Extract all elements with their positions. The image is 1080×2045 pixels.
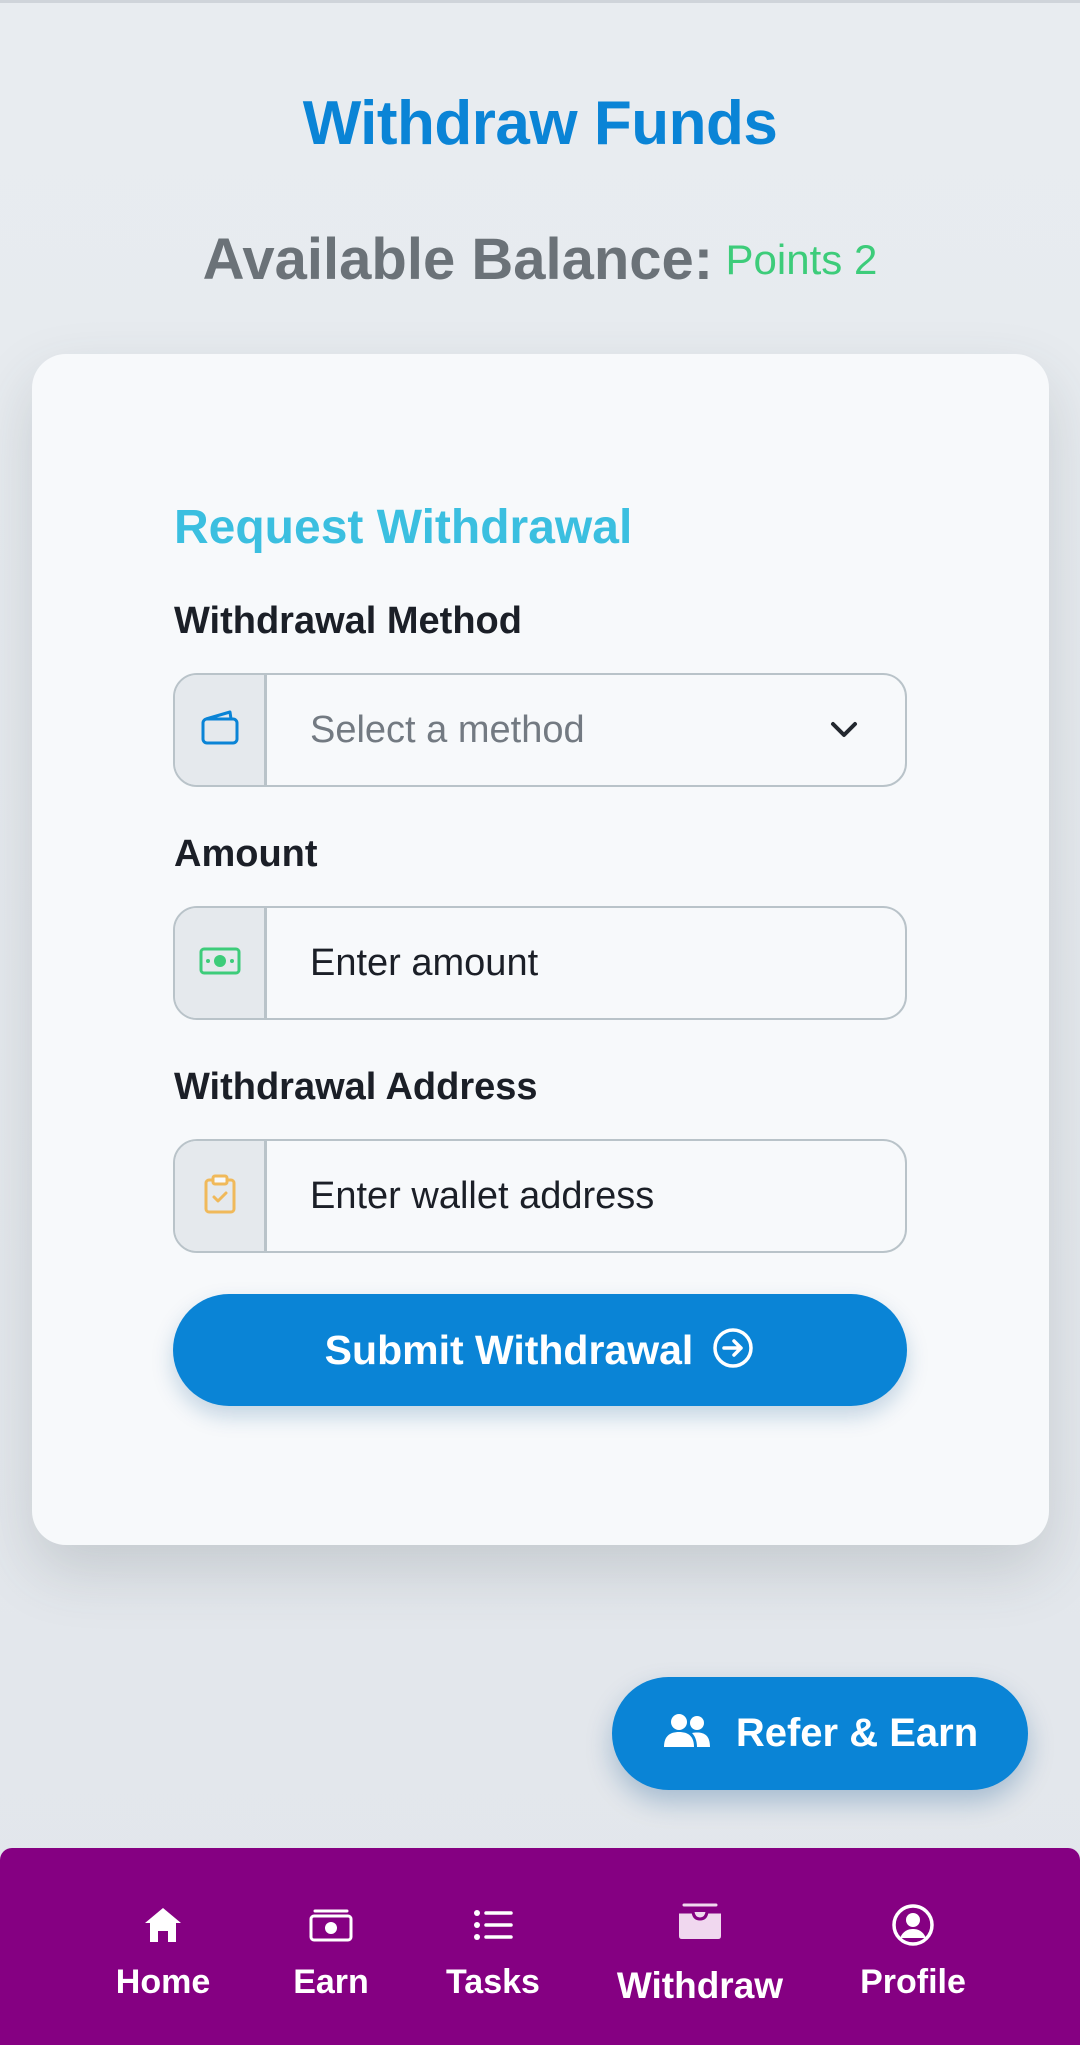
clipboard-check-icon <box>203 1174 237 1219</box>
method-label: Withdrawal Method <box>174 600 522 642</box>
address-input: Enter wallet address <box>310 1174 655 1217</box>
method-select-value: Select a method <box>310 708 585 751</box>
list-icon <box>473 1902 513 1948</box>
nav-label-home: Home <box>115 1963 211 2001</box>
amount-label: Amount <box>174 833 318 875</box>
submit-label: Submit Withdrawal <box>324 1326 694 1373</box>
refer-earn-label: Refer & Earn <box>735 1711 979 1755</box>
page-title: Withdraw Funds <box>302 89 778 158</box>
nav-item-withdraw[interactable]: Withdraw <box>605 1848 795 2045</box>
arrow-circle-right-icon <box>711 1326 755 1375</box>
cash-icon <box>308 1902 354 1948</box>
balance-label: Available Balance: <box>202 227 714 292</box>
method-select[interactable]: Select a method <box>173 673 907 787</box>
nav-item-profile[interactable]: Profile <box>818 1848 1008 2045</box>
method-addon <box>175 675 267 785</box>
address-field[interactable]: Enter wallet address <box>173 1139 907 1253</box>
home-icon <box>143 1902 183 1948</box>
nav-label-profile: Profile <box>860 1963 966 2001</box>
balance-row: Available Balance: Points 2 <box>0 226 1080 293</box>
nav-label-withdraw: Withdraw <box>616 1965 784 2006</box>
chevron-down-icon <box>829 715 859 750</box>
user-circle-icon <box>891 1902 935 1948</box>
cash-icon <box>199 946 241 981</box>
wallet-icon <box>200 710 240 751</box>
refer-earn-button[interactable]: Refer & Earn <box>612 1677 1028 1790</box>
amount-addon <box>175 908 267 1018</box>
nav-label-earn: Earn <box>293 1963 369 2001</box>
withdraw-card: Request Withdrawal Withdrawal Method Sel… <box>32 354 1049 1545</box>
card-title: Request Withdrawal <box>174 501 633 554</box>
top-divider <box>0 0 1080 3</box>
bottom-nav: Home Earn Tasks Withdraw Profile <box>0 1848 1080 2045</box>
nav-item-home[interactable]: Home <box>68 1848 258 2045</box>
nav-label-tasks: Tasks <box>446 1963 540 2001</box>
wallet-box-icon <box>676 1898 724 1944</box>
nav-item-tasks[interactable]: Tasks <box>398 1848 588 2045</box>
address-label: Withdrawal Address <box>174 1066 538 1108</box>
amount-input: Enter amount <box>310 941 539 984</box>
balance-value: Points 2 <box>725 235 878 283</box>
address-addon <box>175 1141 267 1251</box>
submit-withdrawal-button[interactable]: Submit Withdrawal <box>173 1294 907 1406</box>
users-icon <box>662 1711 712 1756</box>
amount-field[interactable]: Enter amount <box>173 906 907 1020</box>
